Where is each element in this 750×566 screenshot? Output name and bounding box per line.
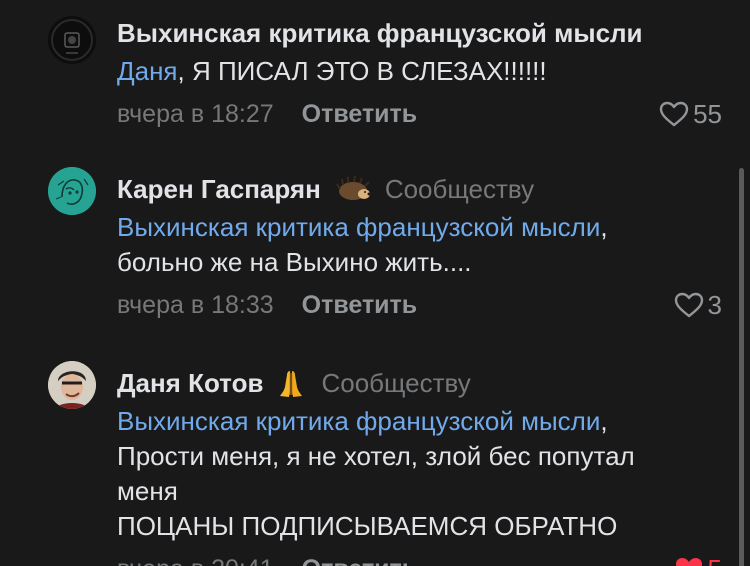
author-name[interactable]: Даня Котов xyxy=(117,368,263,399)
reply-button[interactable]: Ответить xyxy=(302,555,418,566)
mention-link[interactable]: Выхинская критика французской мысли xyxy=(117,406,600,436)
folded-hands-emoji-icon xyxy=(275,367,307,399)
comment-text: Выхинская критика французской мысли, бол… xyxy=(117,212,608,277)
comment-time: вчера в 18:27 xyxy=(117,99,274,128)
like-count: 3 xyxy=(707,289,722,320)
heart-outline-icon xyxy=(674,292,703,318)
reply-button[interactable]: Ответить xyxy=(302,100,418,129)
comment-line: ПОЦАНЫ ПОДПИСЫВАЕМСЯ ОБРАТНО xyxy=(117,511,618,541)
avatar[interactable] xyxy=(48,16,96,64)
comments-page: Выхинская критика французской мысли Даня… xyxy=(0,0,750,566)
comment-time: вчера в 18:33 xyxy=(117,290,274,319)
mention-link[interactable]: Выхинская критика французской мысли xyxy=(117,212,600,242)
portrait-photo-avatar-icon xyxy=(48,361,96,409)
reply-button[interactable]: Ответить xyxy=(302,291,418,320)
community-label: Сообществу xyxy=(321,367,471,398)
author-name[interactable]: Выхинская критика французской мысли xyxy=(117,18,643,49)
mention-link[interactable]: Даня xyxy=(117,56,178,86)
scrollbar[interactable] xyxy=(739,168,744,566)
dark-round-logo-avatar-icon xyxy=(48,16,96,64)
author-name[interactable]: Карен Гаспарян xyxy=(117,174,321,205)
heart-outline-icon xyxy=(659,101,689,127)
like-button[interactable]: 5 xyxy=(674,554,722,566)
teal-sketch-avatar-icon xyxy=(48,167,96,215)
like-count: 5 xyxy=(708,554,722,566)
avatar[interactable] xyxy=(48,361,96,409)
heart-filled-icon xyxy=(675,558,702,566)
comment-line: больно же на Выхино жить.... xyxy=(117,247,472,277)
hedgehog-emoji-icon xyxy=(333,176,371,202)
comment-time: вчера в 20:41 xyxy=(117,555,274,566)
comment-line: меня xyxy=(117,476,178,506)
comment-text: Выхинская критика французской мысли, Про… xyxy=(117,406,635,541)
comment-line: Прости меня, я не хотел, злой бес попута… xyxy=(117,441,635,471)
like-count: 55 xyxy=(693,98,722,129)
like-button[interactable]: 55 xyxy=(659,99,722,130)
like-button[interactable]: 3 xyxy=(674,290,722,321)
community-label: Сообществу xyxy=(384,173,535,204)
comment-text: Даня, Я ПИСАЛ ЭТО В СЛЕЗАХ!!!!!! xyxy=(117,56,547,86)
avatar[interactable] xyxy=(48,167,96,215)
